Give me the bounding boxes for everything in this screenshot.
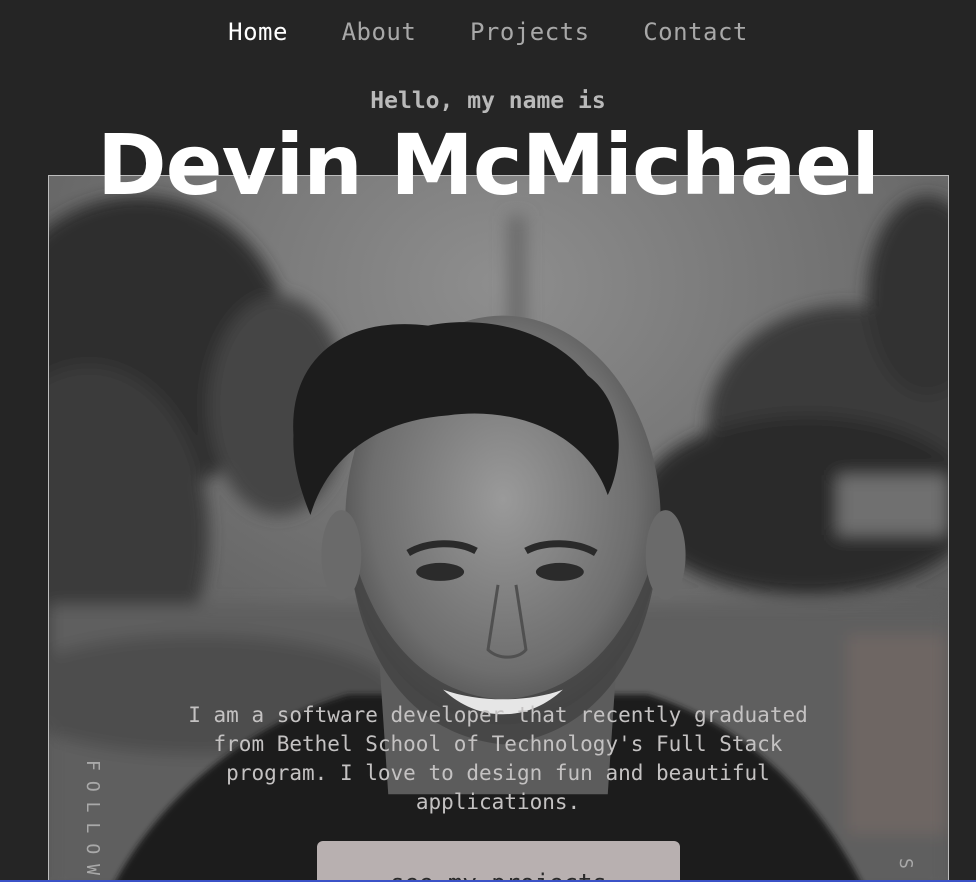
main-nav: Home About Projects Contact xyxy=(0,18,976,46)
hero-name: Devin McMichael xyxy=(96,116,880,214)
side-label-right: S xyxy=(895,858,916,879)
see-projects-button[interactable]: see my projects xyxy=(317,841,680,882)
nav-contact[interactable]: Contact xyxy=(643,18,748,46)
nav-home[interactable]: Home xyxy=(228,18,288,46)
nav-projects[interactable]: Projects xyxy=(470,18,590,46)
nav-about[interactable]: About xyxy=(342,18,417,46)
bio-text: I am a software developer that recently … xyxy=(188,703,808,814)
greeting-text: Hello, my name is xyxy=(370,88,606,114)
follow-label: FOLLOW xyxy=(82,760,103,882)
